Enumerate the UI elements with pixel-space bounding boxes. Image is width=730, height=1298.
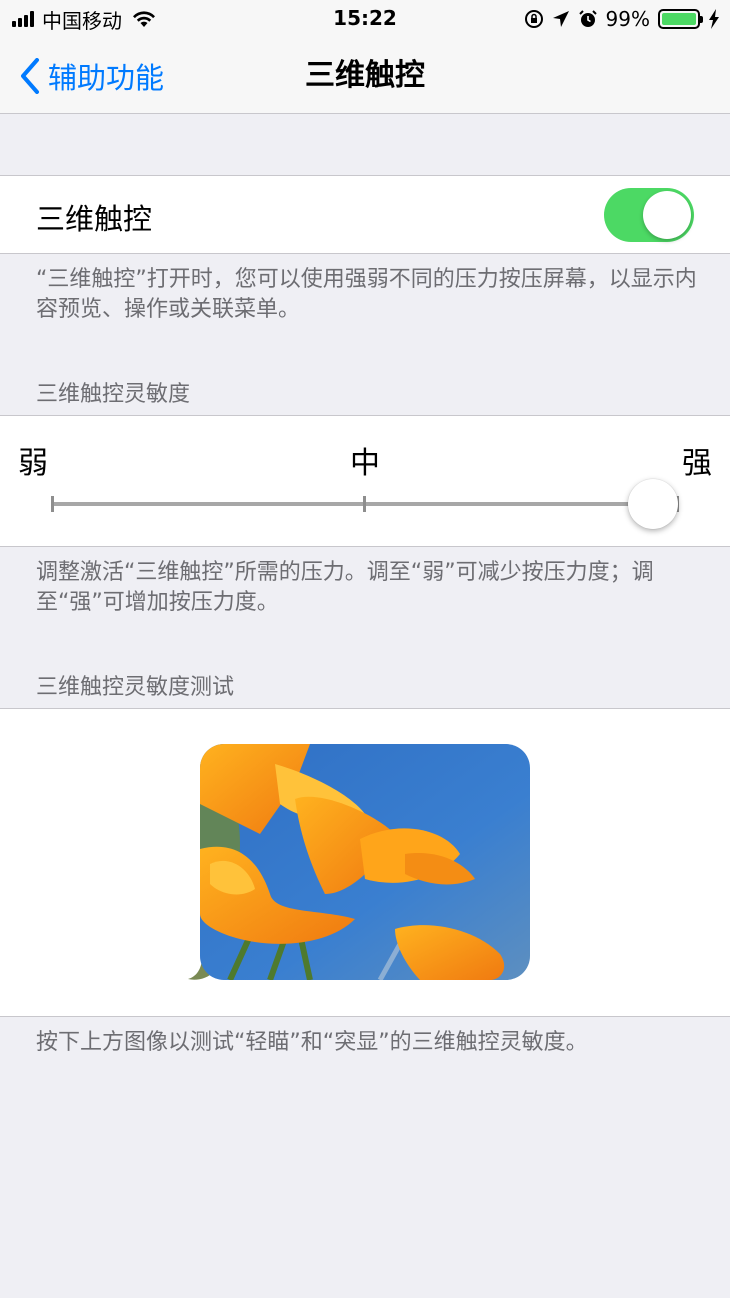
- sensitivity-test-cell: [0, 708, 730, 1017]
- sensitivity-slider-cell: 弱 中 强: [0, 415, 730, 547]
- slider-label-firm: 强: [682, 446, 712, 481]
- location-icon: [552, 11, 569, 27]
- battery-icon: [658, 9, 703, 29]
- charging-icon: [709, 9, 719, 29]
- poppy-flower-image: [200, 744, 530, 980]
- sensitivity-header: 三维触控灵敏度: [36, 382, 191, 407]
- status-bar: 中国移动 15:22 99%: [0, 0, 730, 38]
- battery-percentage: 99%: [605, 7, 650, 31]
- slider-label-light: 弱: [18, 446, 48, 481]
- test-header: 三维触控灵敏度测试: [36, 675, 235, 700]
- navigation-bar: 辅助功能 三维触控: [0, 38, 730, 114]
- slider-thumb[interactable]: [628, 479, 678, 529]
- slider-label-medium: 中: [350, 446, 380, 481]
- status-right: 99%: [524, 6, 720, 32]
- switch-knob: [643, 191, 691, 239]
- alarm-icon: [578, 10, 597, 27]
- page-title: 三维触控: [305, 58, 425, 93]
- 3d-touch-toggle-label: 三维触控: [36, 202, 153, 236]
- test-footer-text: 按下上方图像以测试“轻瞄”和“突显”的三维触控灵敏度。: [36, 1030, 588, 1055]
- toggle-footer-text: “三维触控”打开时，您可以使用强弱不同的压力按压屏幕，以显示内容预览、操作或关联…: [36, 267, 697, 322]
- slider-tick-light: [51, 496, 54, 512]
- sensitivity-footer-text: 调整激活“三维触控”所需的压力。调至“弱”可减少按压力度；调至“强”可增加按压力…: [36, 560, 654, 615]
- test-image-bubble[interactable]: [200, 744, 530, 980]
- slider-tick-medium: [363, 496, 366, 512]
- orientation-lock-icon: [524, 10, 543, 28]
- 3d-touch-toggle-cell: 三维触控: [0, 175, 730, 254]
- 3d-touch-switch[interactable]: [604, 188, 694, 242]
